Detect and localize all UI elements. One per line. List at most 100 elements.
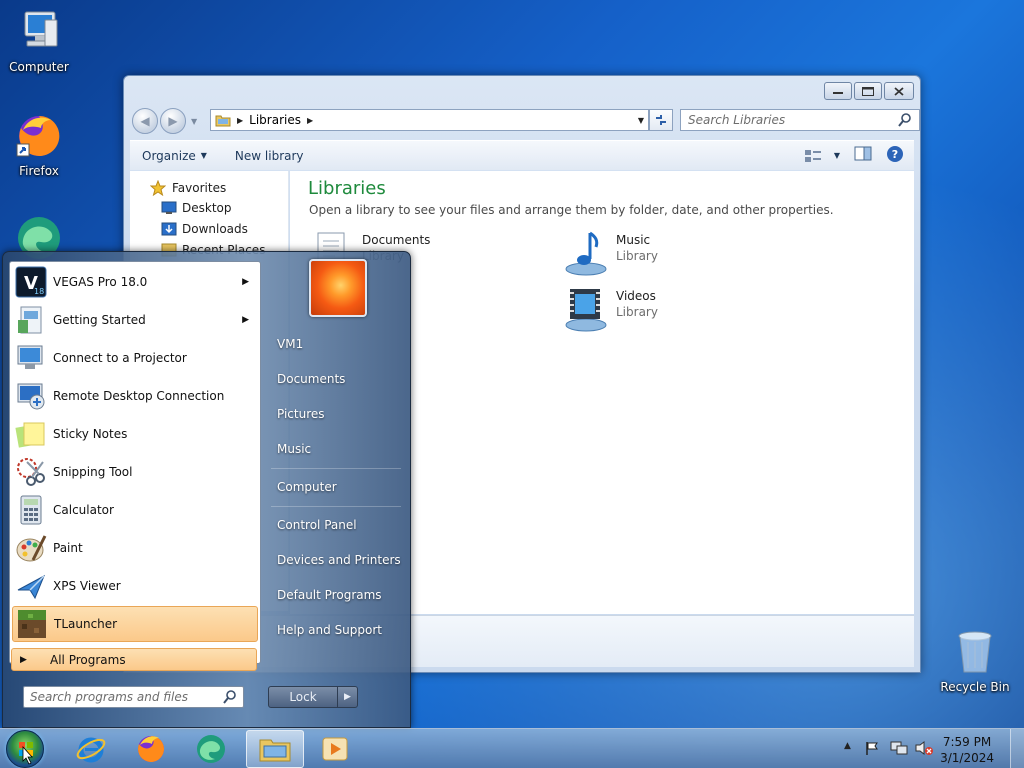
network-status[interactable] bbox=[890, 740, 908, 759]
program-tlauncher[interactable]: TLauncher bbox=[12, 606, 258, 642]
organize-button[interactable]: Organize ▼ bbox=[142, 149, 207, 163]
taskbar-edge[interactable] bbox=[182, 730, 240, 768]
nav-favorites[interactable]: Favorites bbox=[150, 180, 226, 196]
svg-text:18: 18 bbox=[34, 287, 44, 296]
program-xps-viewer[interactable]: XPS Viewer bbox=[12, 568, 258, 604]
taskbar-media-player[interactable] bbox=[306, 730, 364, 768]
taskbar-firefox[interactable] bbox=[122, 730, 180, 768]
paint-icon bbox=[15, 532, 47, 564]
tlauncher-icon bbox=[16, 608, 48, 640]
start-link-documents[interactable]: Documents bbox=[277, 372, 345, 386]
music-library-icon bbox=[565, 231, 607, 276]
start-link-help-support[interactable]: Help and Support bbox=[277, 623, 382, 637]
lock-button-group: Lock ▶ bbox=[268, 686, 358, 708]
program-sticky-notes[interactable]: Sticky Notes bbox=[12, 416, 258, 452]
start-button[interactable] bbox=[6, 730, 44, 768]
start-link-control-panel[interactable]: Control Panel bbox=[277, 518, 357, 532]
computer-icon bbox=[15, 8, 63, 56]
chevron-down-icon[interactable]: ▼ bbox=[834, 151, 840, 160]
help-button[interactable]: ? bbox=[886, 145, 904, 166]
program-remote-desktop[interactable]: Remote Desktop Connection bbox=[12, 378, 258, 414]
program-label: Getting Started bbox=[53, 313, 146, 327]
desktop-icon-label: Firefox bbox=[19, 164, 59, 178]
nav-desktop[interactable]: Desktop bbox=[161, 201, 232, 215]
videos-library-icon bbox=[565, 289, 607, 332]
desktop-icon-label: Recycle Bin bbox=[940, 680, 1010, 694]
action-center-flag[interactable] bbox=[864, 740, 880, 759]
lock-button[interactable]: Lock bbox=[269, 690, 337, 704]
search-libraries-input[interactable]: Search Libraries bbox=[680, 109, 920, 131]
minimize-icon bbox=[833, 92, 843, 94]
start-link-devices-printers[interactable]: Devices and Printers bbox=[277, 553, 401, 567]
power-options-arrow-icon[interactable]: ▶ bbox=[337, 687, 357, 707]
program-vegas-pro[interactable]: V 18 VEGAS Pro 18.0 ▶ bbox=[12, 264, 258, 300]
program-getting-started[interactable]: Getting Started ▶ bbox=[12, 302, 258, 338]
preview-pane-button[interactable] bbox=[854, 146, 872, 165]
minimize-button[interactable] bbox=[824, 82, 852, 100]
address-dropdown-icon[interactable]: ▼ bbox=[638, 116, 644, 125]
vegas-pro-icon: V 18 bbox=[15, 266, 47, 298]
edge-icon bbox=[197, 735, 225, 763]
library-music[interactable]: Music Library bbox=[564, 229, 658, 277]
change-view-button[interactable]: ▼ bbox=[804, 149, 840, 163]
taskbar-clock[interactable]: 7:59 PM 3/1/2024 bbox=[940, 734, 994, 766]
refresh-button[interactable] bbox=[649, 109, 673, 131]
back-arrow-icon: ◀ bbox=[140, 114, 150, 128]
nav-downloads[interactable]: Downloads bbox=[161, 222, 248, 236]
recycle-bin-icon bbox=[951, 628, 999, 676]
recent-pages-dropdown[interactable]: ▼ bbox=[191, 117, 197, 126]
start-search-input[interactable]: Search programs and files bbox=[23, 686, 244, 708]
all-programs-button[interactable]: ▶ All Programs bbox=[11, 648, 257, 671]
snipping-tool-icon bbox=[15, 456, 47, 488]
new-library-label: New library bbox=[234, 148, 304, 163]
library-name: Videos bbox=[616, 289, 656, 303]
program-connect-projector[interactable]: Connect to a Projector bbox=[12, 340, 258, 376]
library-name: Music bbox=[616, 233, 651, 247]
preview-pane-icon bbox=[854, 146, 872, 161]
volume-control[interactable] bbox=[914, 740, 934, 759]
address-bar[interactable]: ▶ Libraries ▶ ▼ bbox=[210, 109, 649, 131]
all-programs-label: All Programs bbox=[50, 652, 126, 667]
program-label: Remote Desktop Connection bbox=[53, 389, 225, 403]
clock-date: 3/1/2024 bbox=[940, 751, 994, 765]
search-icon[interactable] bbox=[222, 689, 238, 705]
desktop-icon-recycle-bin[interactable]: Recycle Bin bbox=[936, 628, 1014, 694]
library-name: Documents bbox=[362, 233, 431, 247]
divider bbox=[271, 468, 401, 469]
start-link-default-programs[interactable]: Default Programs bbox=[277, 588, 382, 602]
back-button[interactable]: ◀ bbox=[132, 108, 158, 134]
start-link-vm1[interactable]: VM1 bbox=[277, 337, 303, 351]
forward-arrow-icon: ▶ bbox=[168, 114, 178, 128]
favorites-star-icon bbox=[150, 180, 166, 196]
remote-desktop-icon bbox=[15, 380, 47, 412]
breadcrumb-libraries[interactable]: Libraries bbox=[249, 113, 301, 127]
taskbar-windows-explorer[interactable] bbox=[246, 730, 304, 768]
libraries-folder-icon bbox=[215, 115, 231, 127]
program-snipping-tool[interactable]: Snipping Tool bbox=[12, 454, 258, 490]
program-calculator[interactable]: Calculator bbox=[12, 492, 258, 528]
program-paint[interactable]: Paint bbox=[12, 530, 258, 566]
program-label: Snipping Tool bbox=[53, 465, 133, 479]
search-icon[interactable] bbox=[897, 112, 913, 128]
firefox-icon bbox=[138, 736, 164, 762]
getting-started-icon bbox=[15, 304, 47, 336]
show-desktop-button[interactable] bbox=[1010, 729, 1024, 768]
user-avatar[interactable] bbox=[309, 259, 367, 317]
sticky-notes-icon bbox=[15, 418, 47, 450]
taskbar-internet-explorer[interactable] bbox=[62, 730, 120, 768]
network-icon bbox=[890, 741, 908, 755]
maximize-button[interactable] bbox=[854, 82, 882, 100]
library-videos[interactable]: Videos Library bbox=[564, 285, 658, 333]
start-link-computer[interactable]: Computer bbox=[277, 480, 337, 494]
forward-button[interactable]: ▶ bbox=[160, 108, 186, 134]
show-hidden-icons-button[interactable]: ▲ bbox=[844, 741, 851, 751]
desktop-icon-firefox[interactable]: Firefox bbox=[0, 112, 78, 178]
close-button[interactable] bbox=[884, 82, 914, 100]
program-label: TLauncher bbox=[54, 617, 118, 631]
breadcrumb-separator-icon[interactable]: ▶ bbox=[237, 116, 243, 125]
breadcrumb-separator-icon[interactable]: ▶ bbox=[307, 116, 313, 125]
start-link-music[interactable]: Music bbox=[277, 442, 311, 456]
start-link-pictures[interactable]: Pictures bbox=[277, 407, 325, 421]
desktop-icon-computer[interactable]: Computer bbox=[0, 8, 78, 74]
new-library-button[interactable]: New library bbox=[235, 149, 304, 163]
